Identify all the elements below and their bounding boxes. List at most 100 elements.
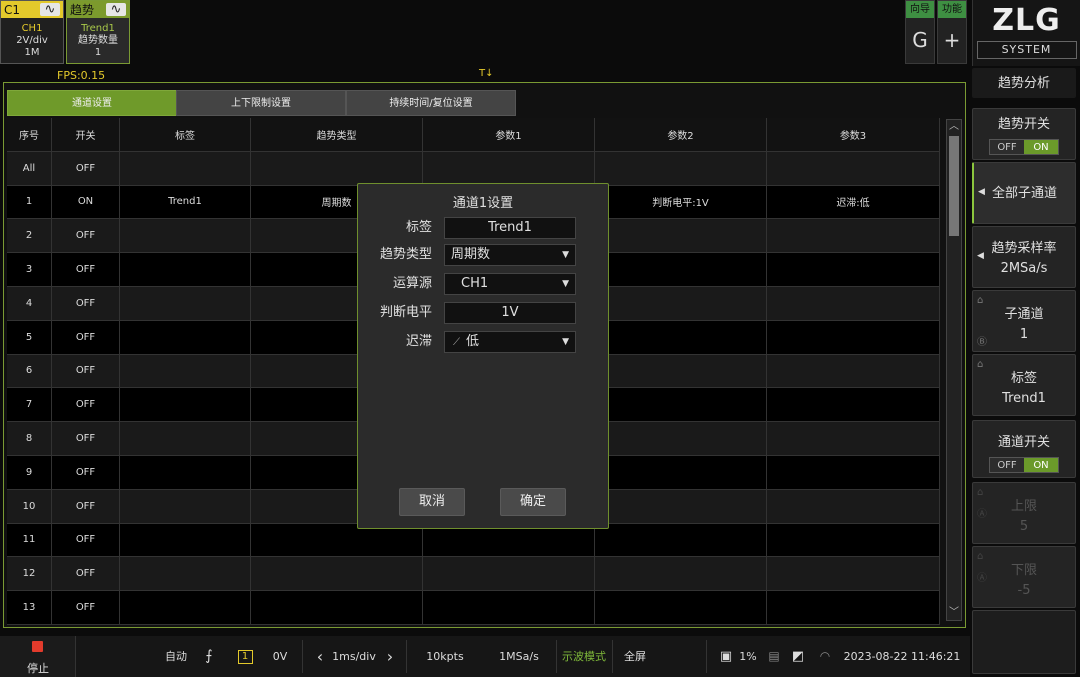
table-cell — [767, 591, 940, 624]
hysteresis-select[interactable]: ⟋ 低 ▼ — [444, 331, 576, 353]
table-cell — [595, 557, 767, 591]
sample-rate-button[interactable]: ◀ 趋势采样率 2MSa/s — [972, 226, 1076, 288]
table-cell — [767, 557, 940, 591]
tag-button[interactable]: ⌂ 标签 Trend1 — [972, 354, 1076, 416]
table-cell: 6 — [7, 354, 52, 388]
display-mode[interactable]: 示波模式 — [558, 636, 610, 677]
trigger-mode[interactable]: 自动 — [158, 636, 194, 677]
tab-limit-settings[interactable]: 上下限制设置 — [176, 90, 346, 116]
knob-icon: ⌂ — [977, 359, 984, 370]
table-cell — [120, 523, 251, 557]
table-cell — [120, 455, 251, 489]
table-row[interactable]: 12 OFF — [7, 557, 940, 592]
table-cell — [120, 591, 251, 624]
tag-value: Trend1 — [1002, 391, 1046, 406]
upper-limit-button[interactable]: ⌂ Ⓐ 上限 5 — [972, 482, 1076, 544]
sd-card-icon[interactable]: ▣ — [716, 636, 736, 677]
table-cell — [595, 422, 767, 455]
cancel-button[interactable]: 取消 — [399, 488, 465, 516]
knob-icon: ⌂ — [977, 487, 984, 498]
level-input[interactable]: 1V — [444, 302, 576, 324]
monitor-icon[interactable]: ◩ — [788, 636, 808, 677]
channel-tab-header: 趋势 ∿ — [67, 1, 129, 18]
channel-switch-button[interactable]: 通道开关 OFF ON — [972, 420, 1076, 478]
table-cell — [120, 253, 251, 286]
divider — [706, 640, 707, 673]
wifi-icon[interactable]: ◠ — [814, 636, 836, 677]
table-row[interactable]: 13 OFF — [7, 591, 940, 625]
source-value: CH1 — [461, 276, 489, 291]
column-header: 趋势类型 — [251, 118, 423, 151]
table-cell — [767, 388, 940, 422]
lower-limit-value: -5 — [1017, 583, 1031, 598]
guide-button[interactable]: 向导 G — [905, 0, 935, 64]
column-header: 参数3 — [767, 118, 940, 151]
table-header-row: 序号 开关 标签 趋势类型 参数1 参数2 参数3 — [7, 118, 940, 152]
trend-switch-toggle[interactable]: OFF ON — [989, 139, 1059, 155]
rising-edge-icon[interactable]: ⨍ — [198, 636, 220, 677]
table-cell — [120, 557, 251, 591]
table-cell — [767, 320, 940, 354]
run-stop-label: 停止 — [27, 662, 49, 675]
left-arrow-icon: ◀ — [977, 251, 984, 261]
channel-tab-c1[interactable]: C1 ∿ CH1 2V/div 1M — [0, 0, 64, 64]
knob-b-icon: Ⓑ — [977, 337, 987, 348]
table-row[interactable]: All OFF — [7, 151, 940, 186]
memory-depth[interactable]: 10kpts — [416, 636, 474, 677]
trend-count: 1 — [94, 47, 102, 58]
chevron-down-icon[interactable]: ﹀ — [947, 606, 961, 620]
table-cell: OFF — [52, 388, 120, 422]
run-stop-button[interactable]: 停止 — [0, 636, 76, 677]
system-menu-button[interactable]: ZLG SYSTEM — [972, 0, 1080, 66]
table-cell: 4 — [7, 286, 52, 320]
toggle-off: OFF — [990, 140, 1024, 154]
channel-name: C1 — [4, 2, 21, 17]
scrollbar-thumb[interactable] — [949, 136, 959, 236]
confirm-button[interactable]: 确定 — [500, 488, 566, 516]
hysteresis-label: 迟滞 — [405, 334, 432, 349]
trigger-position-marker[interactable]: T↓ — [479, 68, 494, 79]
source-select[interactable]: CH1 ▼ — [444, 273, 576, 295]
tab-channel-settings[interactable]: 通道设置 — [7, 90, 177, 116]
table-cell — [120, 286, 251, 320]
channel-source: CH1 — [21, 23, 43, 34]
trigger-channel[interactable]: 1 — [232, 636, 258, 677]
table-scrollbar[interactable]: ︿ ﹀ — [946, 119, 962, 621]
tag-field-label: 标签 — [405, 220, 432, 235]
table-cell — [423, 151, 595, 185]
storage-icon[interactable]: ▤ — [764, 636, 784, 677]
lower-limit-button[interactable]: ⌂ Ⓐ 下限 -5 — [972, 546, 1076, 608]
chevron-left-icon[interactable]: ‹ — [310, 636, 330, 677]
table-cell: OFF — [52, 455, 120, 489]
table-cell — [120, 422, 251, 455]
cpu-usage: 1% — [739, 650, 757, 663]
tab-duration-reset-settings[interactable]: 持续时间/复位设置 — [346, 90, 516, 116]
trend-type-select[interactable]: 周期数 ▼ — [444, 244, 576, 266]
upper-limit-value: 5 — [1019, 519, 1029, 534]
table-cell — [595, 320, 767, 354]
table-cell: 9 — [7, 455, 52, 489]
table-cell — [251, 151, 423, 185]
plus-icon: + — [943, 28, 961, 52]
table-cell — [423, 591, 595, 624]
function-button[interactable]: 功能 + — [937, 0, 967, 64]
table-cell — [595, 286, 767, 320]
channel-tab-trend[interactable]: 趋势 ∿ Trend1 趋势数量 1 — [66, 0, 130, 64]
level-row: 判断电平 1V — [358, 302, 610, 324]
table-cell: 7 — [7, 388, 52, 422]
trend-switch-button[interactable]: 趋势开关 OFF ON — [972, 108, 1076, 160]
subchannel-button[interactable]: ⌂ Ⓑ 子通道 1 — [972, 290, 1076, 352]
lower-limit-label: 下限 — [1010, 563, 1037, 578]
time-axis — [14, 628, 964, 636]
fullscreen-button[interactable]: 全屏 — [616, 636, 654, 677]
table-cell — [767, 455, 940, 489]
trigger-level[interactable]: 0V — [264, 636, 296, 677]
chevron-right-icon[interactable]: › — [380, 636, 400, 677]
chevron-up-icon[interactable]: ︿ — [947, 120, 961, 134]
channel-switch-toggle[interactable]: OFF ON — [989, 457, 1059, 473]
timebase[interactable]: 1ms/div — [328, 636, 380, 677]
trend-type-label: 趋势类型 — [379, 247, 432, 262]
all-subchannels-button[interactable]: ◀ 全部子通道 — [972, 162, 1076, 224]
tag-input[interactable]: Trend1 — [444, 217, 576, 239]
caret-down-icon: ▼ — [562, 279, 569, 289]
